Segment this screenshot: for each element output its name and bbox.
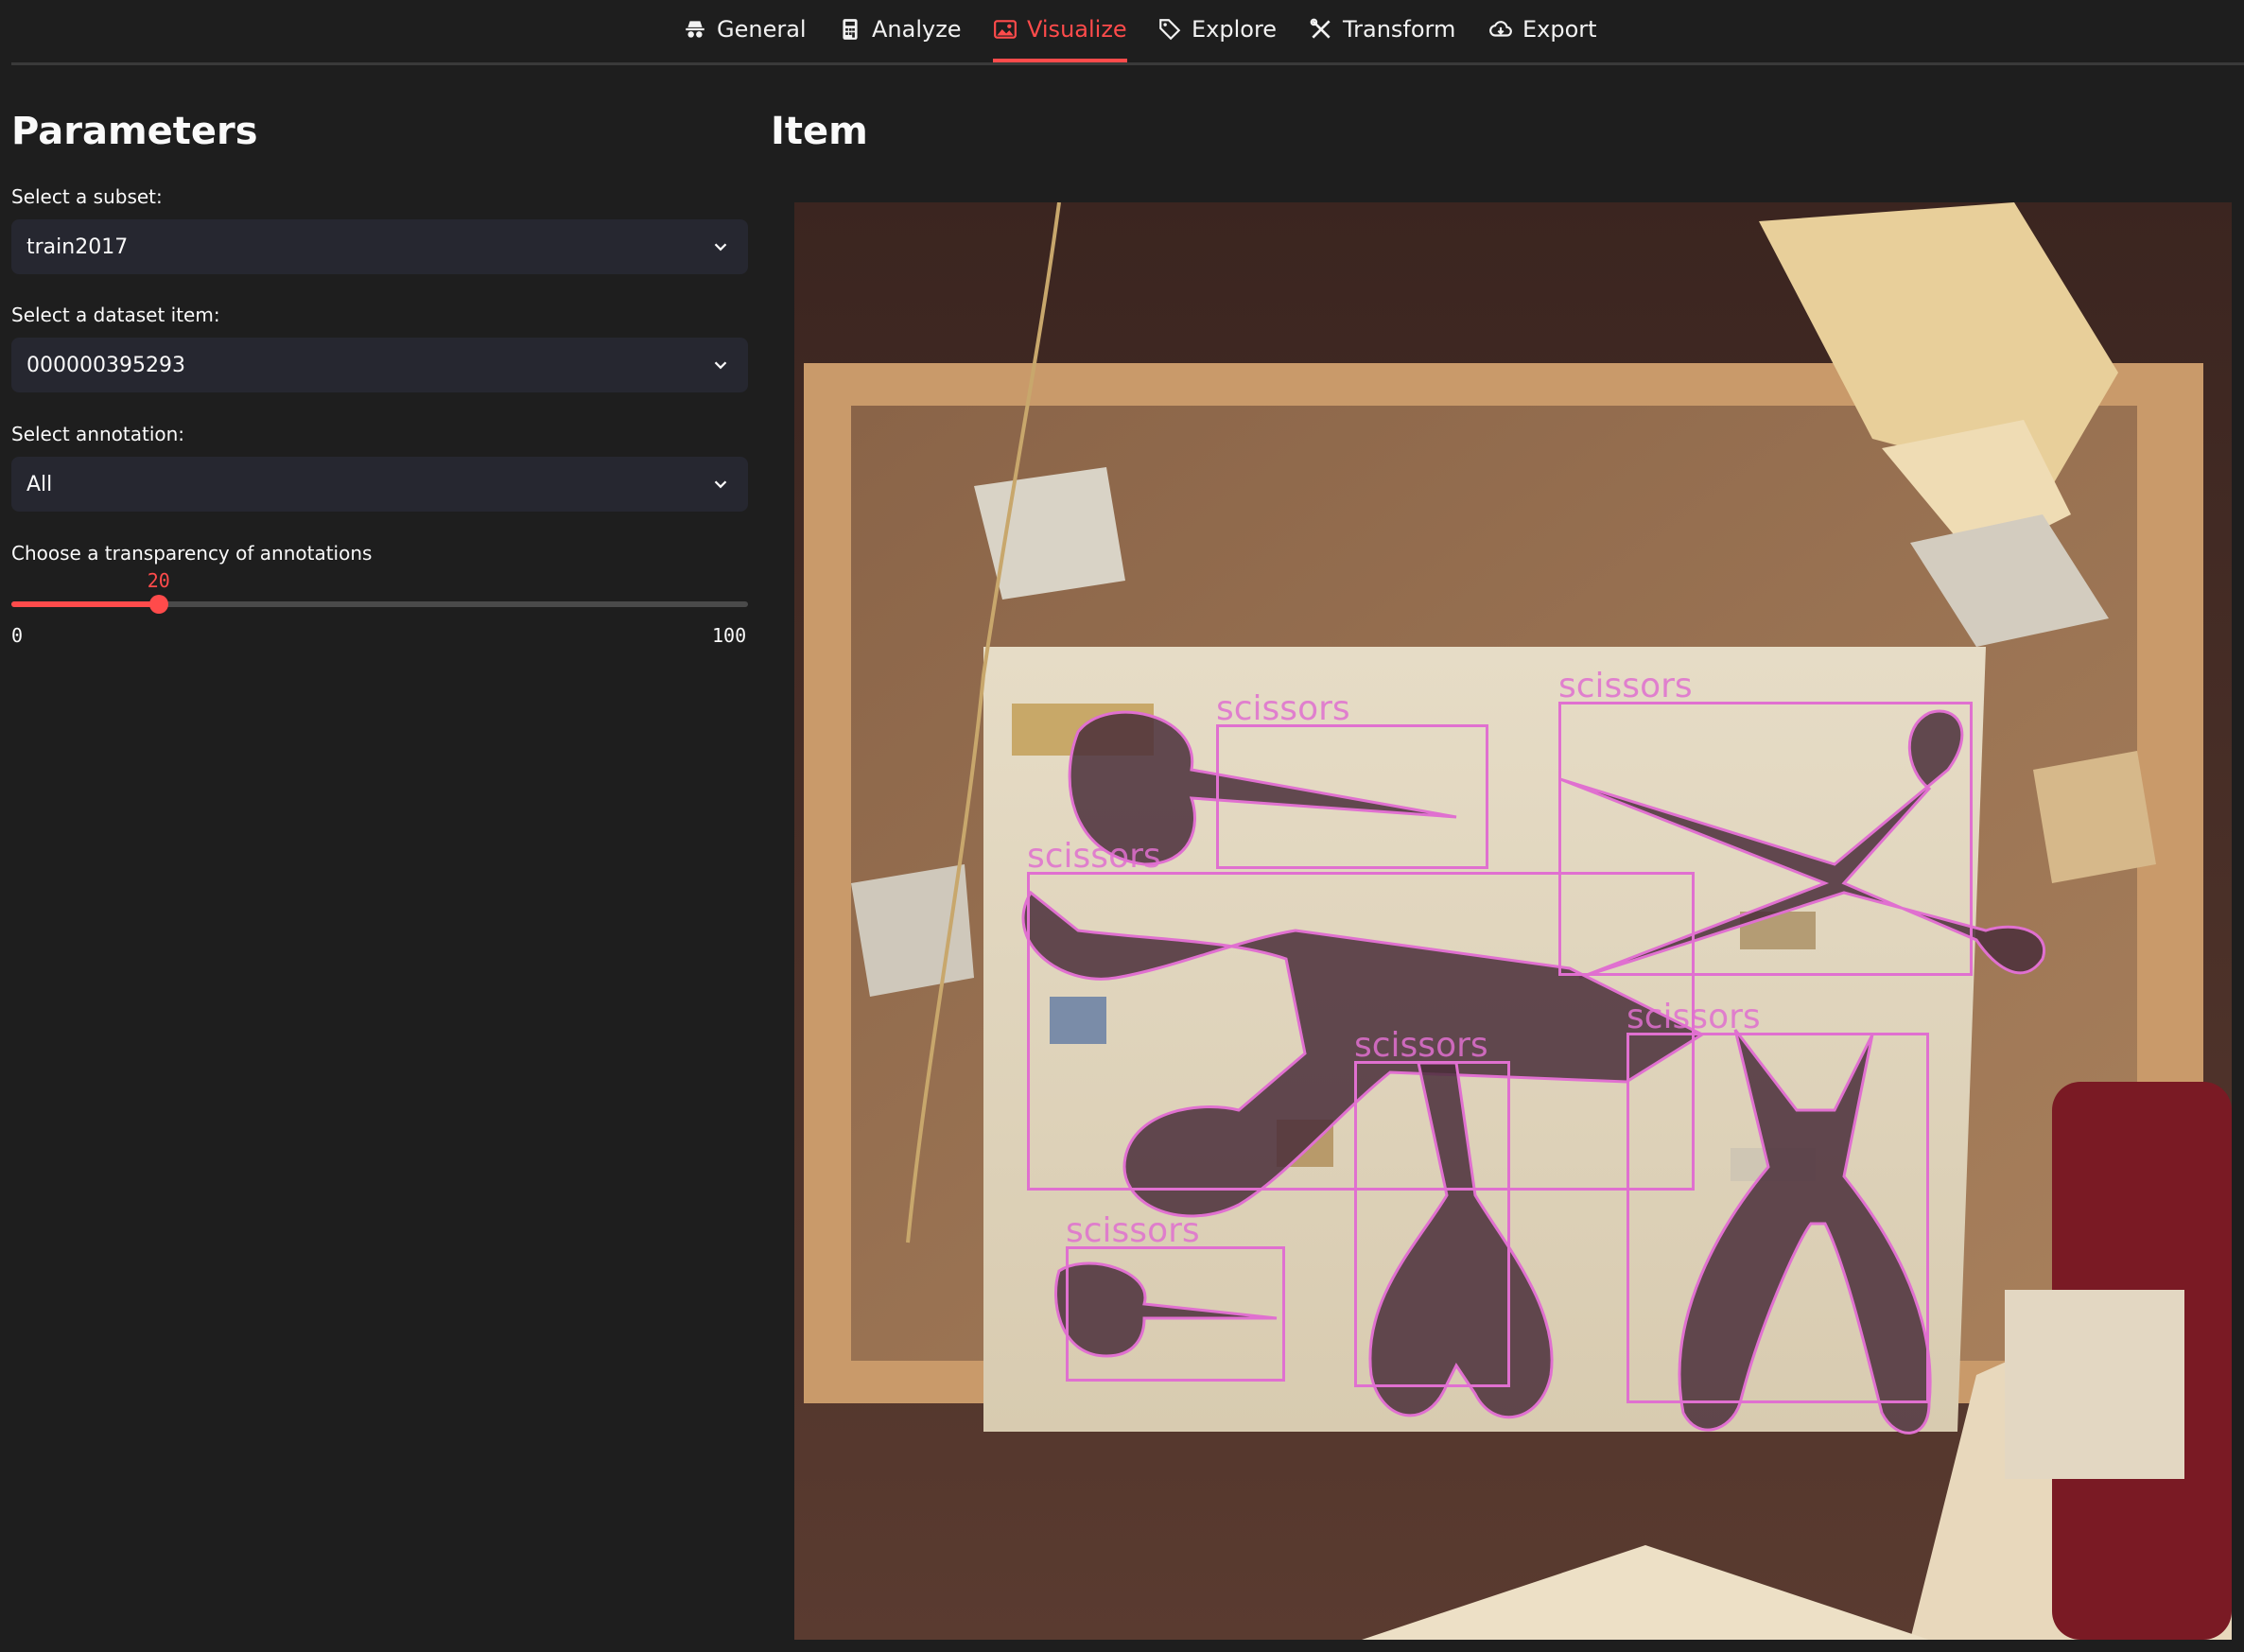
annotation-box — [1626, 1033, 1929, 1403]
tab-explore[interactable]: Explore — [1157, 0, 1277, 59]
annotation-label: scissors — [1626, 998, 1761, 1036]
tab-transform-label: Transform — [1343, 16, 1456, 43]
annotation-label: Select annotation: — [11, 423, 185, 445]
annotation-label: scissors — [1216, 689, 1350, 728]
annotation-select[interactable]: All — [11, 457, 748, 512]
annotation-value: All — [26, 472, 53, 496]
annotation-label: scissors — [1354, 1026, 1488, 1065]
chevron-down-icon — [714, 480, 727, 489]
item-image: scissors scissors scissors scissors scis… — [794, 202, 2232, 1640]
subset-select[interactable]: train2017 — [11, 219, 748, 274]
annotation-box — [1066, 1246, 1285, 1382]
slider-min-label: 0 — [11, 624, 24, 647]
tag-icon — [1159, 19, 1181, 41]
chevron-down-icon — [714, 361, 727, 370]
annotation-label: scissors — [1558, 667, 1693, 705]
tab-general-label: General — [717, 16, 807, 43]
annotation-box — [1216, 724, 1488, 869]
item-heading: Item — [771, 110, 868, 153]
tab-visualize[interactable]: Visualize — [993, 0, 1127, 62]
annotation-label: scissors — [1027, 837, 1161, 876]
image-icon — [994, 20, 1017, 39]
tab-analyze-label: Analyze — [872, 16, 962, 43]
subset-value: train2017 — [26, 235, 129, 259]
tab-general[interactable]: General — [683, 0, 807, 59]
tab-transform[interactable]: Transform — [1309, 0, 1455, 59]
slider-max-label: 100 — [712, 624, 747, 647]
annotation-box — [1354, 1061, 1510, 1387]
tab-explore-label: Explore — [1192, 16, 1278, 43]
transparency-label: Choose a transparency of annotations — [11, 542, 373, 565]
transparency-slider[interactable] — [11, 595, 748, 614]
dataset-item-value: 000000395293 — [26, 353, 185, 377]
calculator-icon — [843, 19, 858, 40]
tab-export[interactable]: Export — [1488, 0, 1597, 59]
tab-analyze[interactable]: Analyze — [838, 0, 962, 59]
slider-thumb[interactable] — [148, 595, 168, 614]
transparency-current-value: 20 — [147, 569, 170, 592]
tab-export-label: Export — [1522, 16, 1597, 43]
slider-fill — [11, 601, 159, 607]
tab-visualize-label: Visualize — [1027, 16, 1127, 43]
dataset-item-select[interactable]: 000000395293 — [11, 338, 748, 392]
cloud-download-icon — [1489, 21, 1512, 37]
annotation-label: scissors — [1066, 1211, 1200, 1250]
tools-icon — [1310, 18, 1331, 39]
spy-icon — [686, 21, 705, 38]
dataset-item-label: Select a dataset item: — [11, 304, 220, 326]
top-tab-bar: General Analyze Visualize Explore Transf… — [11, 0, 2244, 65]
chevron-down-icon — [714, 243, 727, 252]
parameters-heading: Parameters — [11, 110, 258, 153]
subset-label: Select a subset: — [11, 185, 163, 208]
